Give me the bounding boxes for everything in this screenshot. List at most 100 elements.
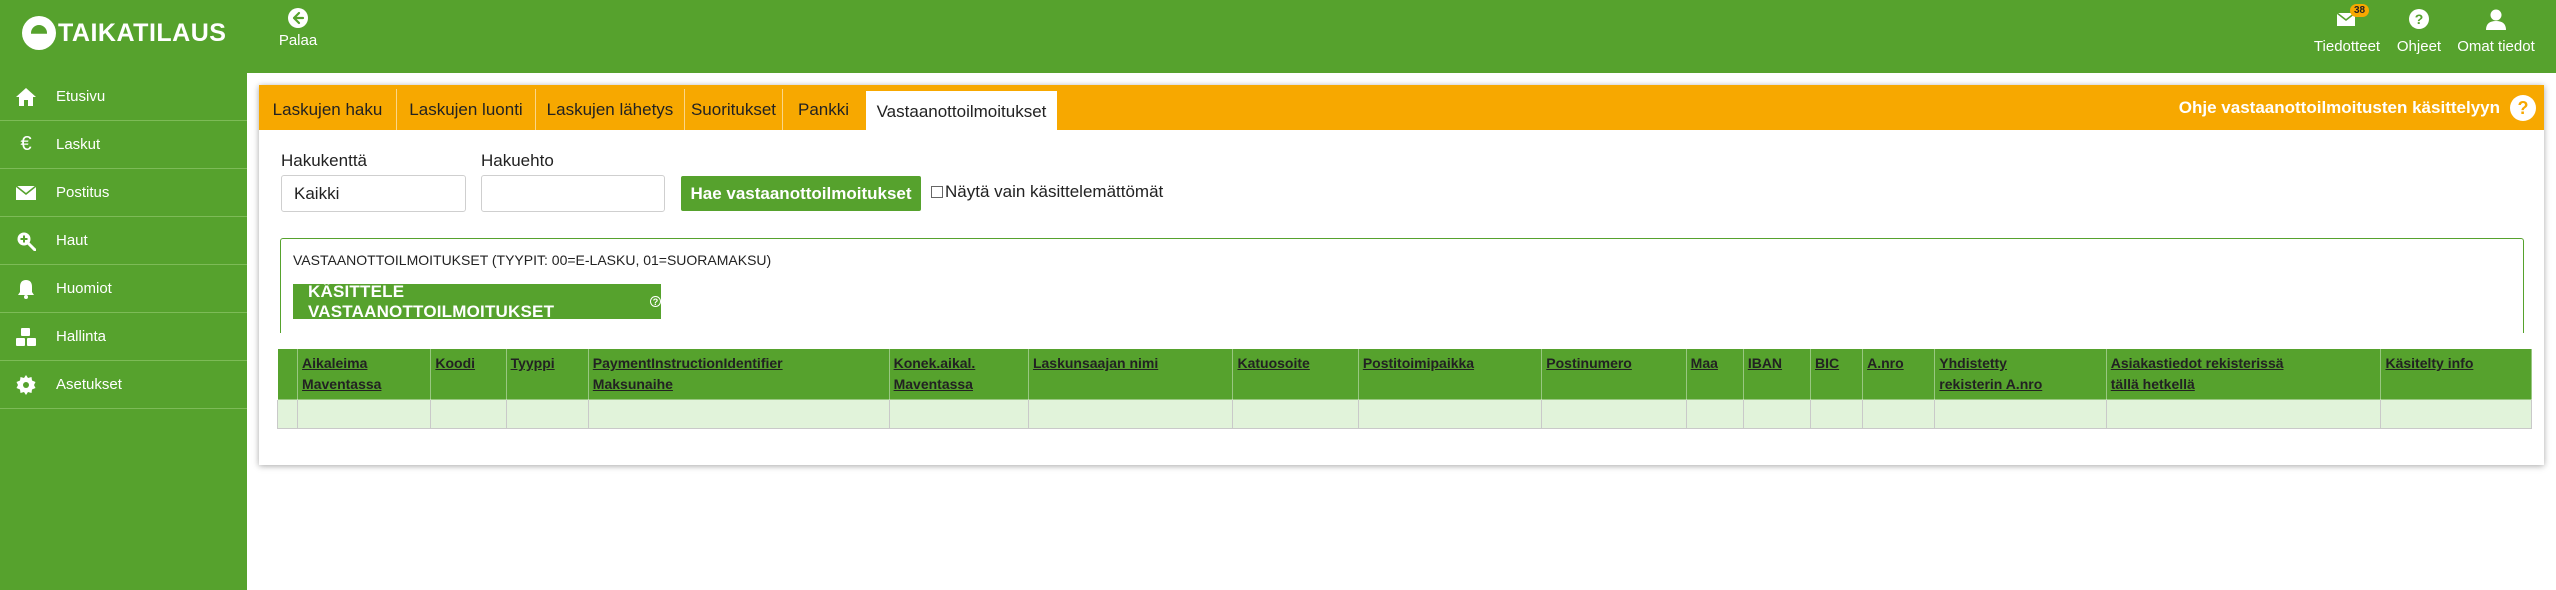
table-cell xyxy=(1862,399,1936,429)
notices-label: Tiedotteet xyxy=(2313,38,2381,55)
cubes-icon xyxy=(14,325,38,349)
help-button[interactable]: ? Ohjeet xyxy=(2396,8,2442,55)
table-row xyxy=(276,399,2532,429)
help-link-label: Ohje vastaanottoilmoitusten käsittelyyn xyxy=(2178,98,2500,117)
tab-bar: Laskujen haku Laskujen luonti Laskujen l… xyxy=(259,85,2544,130)
arrow-left-circle-icon xyxy=(288,8,308,28)
sidebar-item-hallinta[interactable]: Hallinta xyxy=(0,313,247,361)
notices-box: VASTAANOTTOILMOITUKSET (TYYPIT: 00=E-LAS… xyxy=(280,238,2524,333)
gear-icon xyxy=(14,373,38,397)
table-cell xyxy=(1685,399,1744,429)
logo-icon xyxy=(22,16,56,50)
table-cell xyxy=(2380,399,2532,429)
help-icon: ? xyxy=(2406,8,2432,32)
sidebar-item-label: Etusivu xyxy=(56,88,106,105)
column-header[interactable]: Postinumero xyxy=(1541,348,1687,400)
process-notices-label: KÄSITTELE VASTAANOTTOILMOITUKSET xyxy=(308,281,555,321)
column-header[interactable]: Katuosoite xyxy=(1232,348,1359,400)
help-label: Ohjeet xyxy=(2396,38,2442,55)
table-cell xyxy=(1027,399,1234,429)
logo[interactable]: TAIKATILAUS xyxy=(22,16,226,50)
euro-icon: € xyxy=(20,133,32,155)
column-header[interactable]: Yhdistetty rekisterin A.nro xyxy=(1934,348,2107,400)
home-icon xyxy=(14,85,38,109)
column-header[interactable]: IBAN xyxy=(1742,348,1811,400)
sidebar-item-label: Haut xyxy=(56,232,88,249)
tab-laskujen-haku[interactable]: Laskujen haku xyxy=(259,89,396,130)
sidebar-item-haut[interactable]: Haut xyxy=(0,217,247,265)
logo-text: TAIKATILAUS xyxy=(58,18,227,47)
column-header[interactable] xyxy=(276,348,299,400)
unprocessed-only-checkbox[interactable] xyxy=(931,186,943,198)
notices-badge: 38 xyxy=(2350,4,2370,17)
search-field-label: Hakukenttä xyxy=(281,151,367,170)
search-plus-icon xyxy=(14,229,38,253)
search-criteria-input[interactable] xyxy=(481,175,665,212)
tab-pankki[interactable]: Pankki xyxy=(782,89,864,130)
tab-laskujen-luonti[interactable]: Laskujen luonti xyxy=(396,89,535,130)
unprocessed-only-label: Näytä vain käsittelemättömät xyxy=(945,182,1164,201)
back-label: Palaa xyxy=(278,32,318,49)
question-icon: ? xyxy=(650,296,661,307)
svg-text:?: ? xyxy=(2415,11,2424,27)
column-header[interactable]: Koodi xyxy=(430,348,507,400)
main-panel: Laskujen haku Laskujen luonti Laskujen l… xyxy=(259,85,2544,465)
column-header[interactable]: Käsitelty info xyxy=(2380,348,2532,400)
sidebar-item-postitus[interactable]: Postitus xyxy=(0,169,247,217)
sidebar: Etusivu € Laskut Postitus Haut Huomiot H… xyxy=(0,73,247,590)
table-cell xyxy=(1232,399,1359,429)
column-header[interactable]: Asiakastiedot rekisterissä tällä hetkellä xyxy=(2105,348,2382,400)
table-cell xyxy=(297,399,432,429)
sidebar-item-asetukset[interactable]: Asetukset xyxy=(0,361,247,409)
search-field-select[interactable]: Kaikki xyxy=(281,175,466,212)
own-info-label: Omat tiedot xyxy=(2457,38,2535,55)
question-icon: ? xyxy=(2510,95,2536,121)
user-icon xyxy=(2483,8,2509,32)
envelope-icon xyxy=(14,181,38,205)
notices-button[interactable]: 38 Tiedotteet xyxy=(2312,4,2382,55)
sidebar-item-etusivu[interactable]: Etusivu xyxy=(0,73,247,121)
table-header-row: Aikaleima Maventassa Koodi Tyyppi PaymentIns… xyxy=(276,348,2532,400)
search-criteria-label: Hakuehto xyxy=(481,151,554,170)
sidebar-item-label: Hallinta xyxy=(56,328,107,345)
tab-vastaanottoilmoitukset[interactable]: Vastaanottoilmoitukset xyxy=(864,89,1059,130)
table-cell xyxy=(1357,399,1543,429)
back-button[interactable]: Palaa xyxy=(278,8,318,49)
table-cell xyxy=(2105,399,2382,429)
column-header[interactable]: Laskunsaajan nimi xyxy=(1027,348,1234,400)
envelope-icon: 38 xyxy=(2334,4,2370,32)
unprocessed-only-row: Näytä vain käsittelemättömät xyxy=(931,182,1163,202)
table-cell xyxy=(276,399,299,429)
table-cell xyxy=(587,399,890,429)
column-header[interactable]: Tyyppi xyxy=(505,348,589,400)
column-header[interactable]: Konek.aikal. Maventassa xyxy=(888,348,1029,400)
table-cell xyxy=(1809,399,1864,429)
tab-suoritukset[interactable]: Suoritukset xyxy=(684,89,782,130)
sidebar-item-label: Laskut xyxy=(56,136,101,153)
own-info-button[interactable]: Omat tiedot xyxy=(2456,8,2536,55)
sidebar-item-huomiot[interactable]: Huomiot xyxy=(0,265,247,313)
sidebar-item-laskut[interactable]: € Laskut xyxy=(0,121,247,169)
notices-title: VASTAANOTTOILMOITUKSET (TYYPIT: 00=E-LAS… xyxy=(293,252,772,268)
header-actions: 38 Tiedotteet ? Ohjeet Omat tiedot xyxy=(2298,4,2536,55)
bell-icon xyxy=(14,277,38,301)
sidebar-item-label: Huomiot xyxy=(56,280,112,297)
column-header[interactable]: Maa xyxy=(1685,348,1744,400)
sidebar-item-label: Asetukset xyxy=(56,376,122,393)
column-header[interactable]: PaymentInstructionIdentifier Maksunaihe xyxy=(587,348,890,400)
process-notices-button[interactable]: KÄSITTELE VASTAANOTTOILMOITUKSET ? xyxy=(293,281,661,321)
search-button[interactable]: Hae vastaanottoilmoitukset xyxy=(681,176,921,211)
sidebar-item-label: Postitus xyxy=(56,184,110,201)
column-header[interactable]: A.nro xyxy=(1862,348,1936,400)
table-body xyxy=(276,399,2532,429)
table-cell xyxy=(1541,399,1687,429)
table-cell xyxy=(1742,399,1811,429)
table-cell xyxy=(430,399,507,429)
tab-laskujen-lahetys[interactable]: Laskujen lähetys xyxy=(535,89,684,130)
help-link[interactable]: Ohje vastaanottoilmoitusten käsittelyyn … xyxy=(2179,95,2536,121)
table-cell xyxy=(1934,399,2107,429)
top-bar: TAIKATILAUS Palaa 38 Tiedotteet ? Ohjeet… xyxy=(0,0,2556,73)
column-header[interactable]: Aikaleima Maventassa xyxy=(297,348,432,400)
column-header[interactable]: Postitoimipaikka xyxy=(1357,348,1543,400)
column-header[interactable]: BIC xyxy=(1809,348,1864,400)
